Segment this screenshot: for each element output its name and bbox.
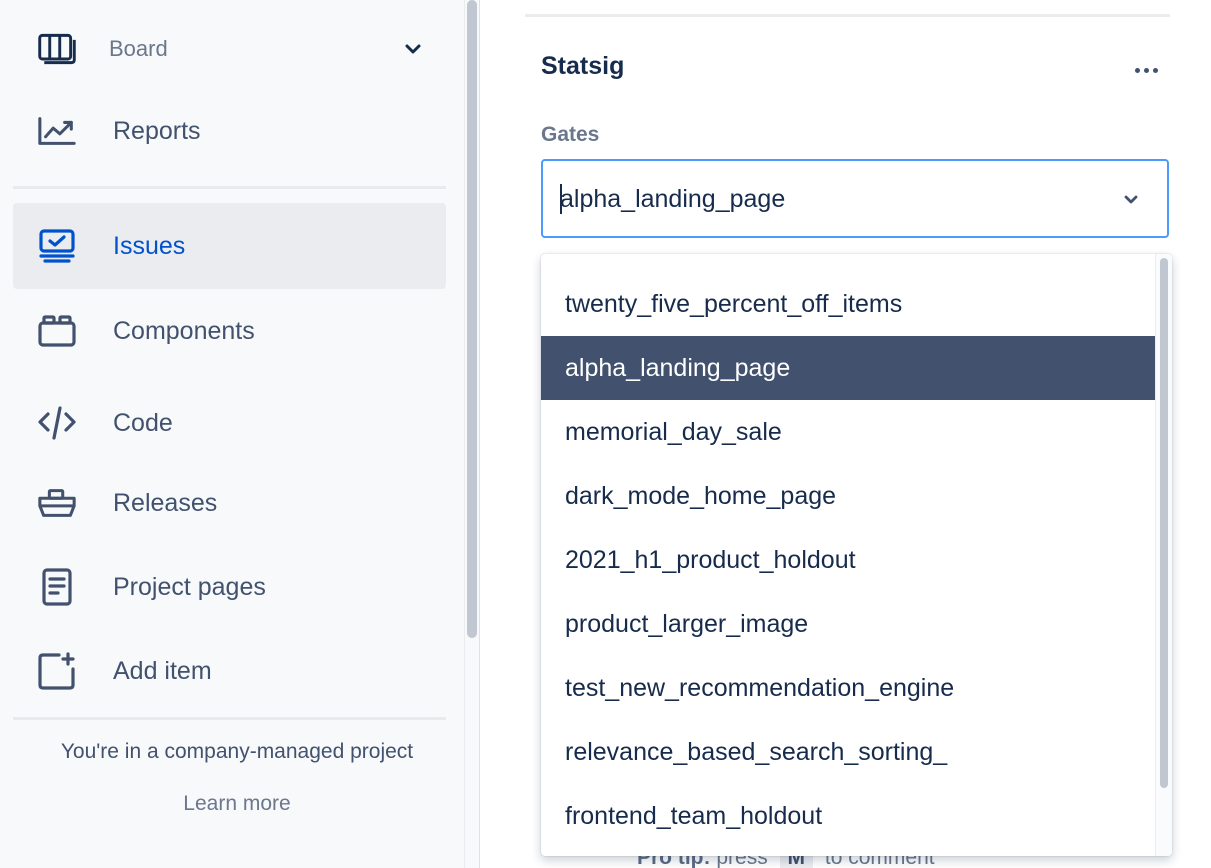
chevron-down-icon[interactable] <box>402 38 424 60</box>
dropdown-option[interactable]: twenty_five_percent_off_items <box>541 272 1155 336</box>
gates-label: Gates <box>541 123 600 146</box>
code-icon <box>37 403 77 443</box>
dot <box>1152 67 1158 73</box>
sidebar-item-code[interactable]: Code <box>13 380 446 466</box>
sidebar-item-issues[interactable]: Issues <box>13 203 446 289</box>
project-pages-icon <box>37 567 77 607</box>
dot <box>1134 67 1140 73</box>
learn-more-link[interactable]: Learn more <box>13 792 461 816</box>
sidebar-item-label: Reports <box>113 116 201 145</box>
divider <box>13 186 446 189</box>
gates-select-value[interactable]: alpha_landing_page <box>560 185 785 214</box>
dropdown-scrollbar-thumb[interactable] <box>1160 258 1168 788</box>
board-icon <box>37 29 77 69</box>
dropdown-option[interactable]: relevance_based_search_sorting_ <box>541 720 1155 784</box>
sidebar-item-components[interactable]: Components <box>13 288 446 374</box>
dropdown-scrollbar[interactable] <box>1155 254 1172 856</box>
project-type-text: You're in a company-managed project <box>60 740 414 763</box>
dropdown-option[interactable]: frontend_team_holdout <box>541 784 1155 848</box>
sidebar-item-board[interactable]: Board <box>13 6 446 92</box>
sidebar-scrollbar[interactable] <box>464 0 480 868</box>
chevron-down-icon[interactable] <box>1121 189 1141 209</box>
gates-select[interactable]: alpha_landing_page <box>541 159 1169 238</box>
divider <box>525 14 1170 17</box>
sidebar-item-reports[interactable]: Reports <box>13 88 446 174</box>
sidebar-item-label: Releases <box>113 488 218 517</box>
sidebar-item-add-item[interactable]: Add item <box>13 628 446 714</box>
dropdown-option[interactable]: 2021_h1_product_holdout <box>541 528 1155 592</box>
sidebar-item-label: Issues <box>113 231 186 260</box>
sidebar-item-label: Add item <box>113 656 212 685</box>
add-item-icon <box>37 651 77 691</box>
dropdown-option[interactable]: product_larger_image <box>541 592 1155 656</box>
divider <box>13 717 446 720</box>
dropdown-option[interactable]: dark_mode_home_page <box>541 464 1155 528</box>
sidebar-item-label: Project pages <box>113 572 266 601</box>
panel-title: Statsig <box>541 52 625 80</box>
sidebar-item-releases[interactable]: Releases <box>13 460 446 546</box>
dropdown-option-selected[interactable]: alpha_landing_page <box>541 336 1155 400</box>
dot <box>1143 67 1149 73</box>
sidebar-item-label: Code <box>113 408 173 437</box>
more-options-button[interactable] <box>1130 56 1162 84</box>
releases-ship-icon <box>37 483 77 523</box>
sidebar-item-project-pages[interactable]: Project pages <box>13 544 446 630</box>
dropdown-option[interactable]: memorial_day_sale <box>541 400 1155 464</box>
reports-chart-icon <box>37 111 77 151</box>
sidebar-item-label: Components <box>113 316 255 345</box>
sidebar: Board Reports Issues Components Code Rel… <box>0 0 464 868</box>
sidebar-scrollbar-thumb[interactable] <box>467 0 477 638</box>
issues-icon <box>37 226 77 266</box>
gates-dropdown-menu[interactable]: twenty_five_percent_off_items alpha_land… <box>541 254 1172 856</box>
components-icon <box>37 311 77 351</box>
sidebar-item-label: Board <box>109 36 168 61</box>
dropdown-option[interactable]: test_new_recommendation_engine <box>541 656 1155 720</box>
